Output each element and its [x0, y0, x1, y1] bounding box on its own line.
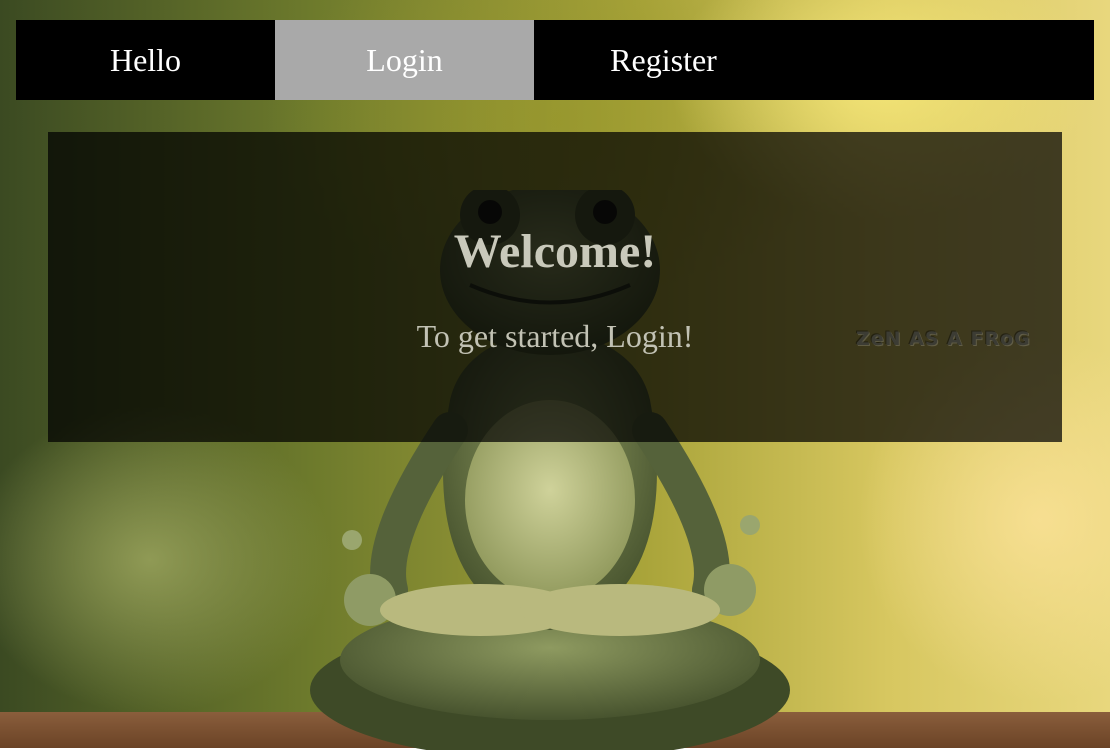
nav-item-register[interactable]: Register: [534, 20, 793, 100]
nav-item-hello[interactable]: Hello: [16, 20, 275, 100]
nav-item-login[interactable]: Login: [275, 20, 534, 100]
top-navigation-bar: Hello Login Register: [16, 20, 1094, 100]
frog-stamp-text: ZeN AS A FRoG: [856, 328, 1031, 350]
welcome-title: Welcome!: [453, 225, 657, 278]
welcome-panel: Welcome! To get started, Login! ZeN AS A…: [48, 132, 1062, 442]
